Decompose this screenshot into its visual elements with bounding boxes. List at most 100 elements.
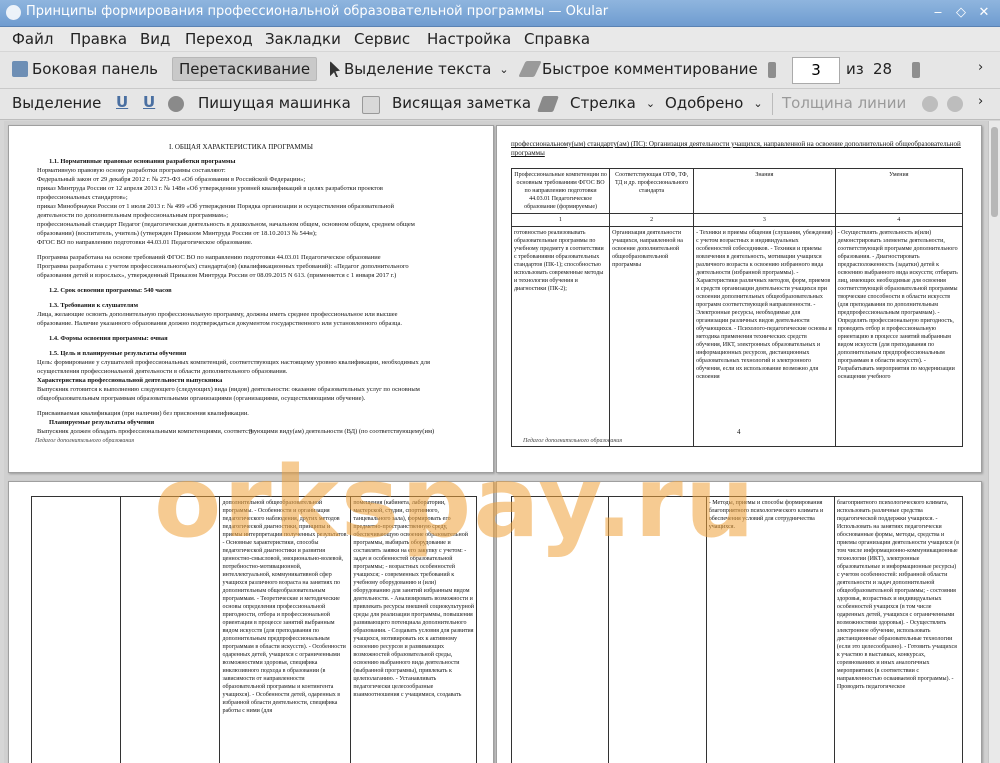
page-text-line: 1.1. Нормативные правовые основания разр… xyxy=(49,158,236,165)
page-of-label: из xyxy=(846,60,864,78)
typewriter-icon xyxy=(168,96,184,112)
page-number-input[interactable]: 3 xyxy=(792,57,840,84)
document-viewport[interactable]: I. ОБЩАЯ ХАРАКТЕРИСТИКА ПРОГРАММЫ 1.1. Н… xyxy=(4,121,988,763)
table-cell: 4 xyxy=(834,213,964,227)
opacity-icon[interactable] xyxy=(947,96,963,112)
page-footer: Педагог дополнительного образования xyxy=(35,438,135,444)
chevron-down-icon[interactable]: ⌄ xyxy=(499,63,508,76)
page-heading: I. ОБЩАЯ ХАРАКТЕРИСТИКА ПРОГРАММЫ xyxy=(169,143,313,151)
table-cell: - Методы, приемы и способы формирования … xyxy=(705,496,835,763)
table-header: Умения xyxy=(834,168,964,214)
page-text-line: профессиональный стандарт Педагог (педаг… xyxy=(37,221,415,228)
page-text-line: 1.5. Цель и планируемые результаты обуче… xyxy=(49,350,187,357)
page-footer: Педагог дополнительного образования xyxy=(523,438,623,444)
page-total-label: 28 xyxy=(873,60,893,78)
window-title: Принципы формирования профессиональной о… xyxy=(26,4,609,19)
table-cell: - Техники и приемы общения (слушания, уб… xyxy=(693,226,836,447)
scrollbar-thumb[interactable] xyxy=(991,127,998,217)
page-text-line: ФГОС ВО по направлению подготовки 44.03.… xyxy=(37,239,253,246)
page-text-line: приказ Минтруда России от 12 апреля 2013… xyxy=(37,185,383,192)
main-toolbar: Боковая панель Перетаскивание Выделение … xyxy=(0,52,1000,89)
page-text-line: приказ Минобрнауки России от 1 июля 2013… xyxy=(37,203,394,210)
annotation-toolbar: Выделение U U Пишущая машинка Висящая за… xyxy=(0,89,1000,120)
menu-file[interactable]: Файл xyxy=(12,30,53,48)
page-text-line: Планируемые результаты обучения xyxy=(49,419,155,426)
page-text-line: Выпускник должен обладать профессиональн… xyxy=(37,428,435,435)
toolbar-separator xyxy=(772,93,773,115)
typewriter-button[interactable]: Пишущая машинка xyxy=(198,94,351,112)
menu-bookmarks[interactable]: Закладки xyxy=(265,30,341,48)
page-text-line: Цель: формирование у слушателей професси… xyxy=(37,359,430,366)
menu-edit[interactable]: Правка xyxy=(70,30,127,48)
table-cell: готовностью реализовывать образовательны… xyxy=(510,226,611,447)
page-text-line: Программа разработана на основе требован… xyxy=(37,254,381,261)
underline-icon[interactable]: U xyxy=(116,93,128,111)
table-cell: помещения (кабинета, лаборатории, мастер… xyxy=(350,496,477,763)
table-cell xyxy=(510,496,610,763)
page-text-line: осуществления профессиональной деятельно… xyxy=(37,368,288,375)
table-cell xyxy=(31,496,121,763)
previous-page-icon[interactable] xyxy=(768,62,776,78)
page-text-line: 1.4. Формы освоения программы: очная xyxy=(49,335,168,342)
browse-mode-button[interactable]: Перетаскивание xyxy=(172,57,318,81)
minimize-icon[interactable]: ‒ xyxy=(930,5,946,21)
close-icon[interactable]: ✕ xyxy=(976,5,992,21)
title-bar: Принципы формирования профессиональной о… xyxy=(0,0,1000,27)
line-width-button[interactable]: Толщина линии xyxy=(782,94,906,112)
table-cell: 1 xyxy=(510,213,611,227)
sidebar-icon xyxy=(12,61,28,77)
squiggle-icon[interactable]: U xyxy=(143,93,155,111)
competency-table: Профессиональные компетенции по основным… xyxy=(510,168,964,447)
highlighter-button[interactable]: Выделение xyxy=(12,94,101,112)
page-3: I. ОБЩАЯ ХАРАКТЕРИСТИКА ПРОГРАММЫ 1.1. Н… xyxy=(8,125,494,473)
page-text-line: общеобразовательным программам образоват… xyxy=(37,395,366,402)
toolbar-overflow-icon[interactable]: › xyxy=(978,94,983,109)
table-header: Знания xyxy=(693,168,836,214)
page-text-line: Нормативную правовую основу разработки п… xyxy=(37,167,226,174)
text-selection-button[interactable]: Выделение текста ⌄ xyxy=(330,60,509,78)
menu-help[interactable]: Справка xyxy=(524,30,590,48)
note-icon xyxy=(362,96,380,114)
quick-annotation-button[interactable]: Быстрое комментирование xyxy=(518,60,758,78)
table-header: Профессиональные компетенции по основным… xyxy=(510,168,611,214)
cursor-icon xyxy=(330,61,340,77)
vertical-scrollbar[interactable] xyxy=(988,121,1000,763)
page-text-line: Характеристика профессиональной деятельн… xyxy=(37,377,223,384)
okular-app-icon xyxy=(6,5,21,20)
page-text-line: образование. Наличие указанного образова… xyxy=(37,320,402,327)
page-text-line: Федеральный закон от 29 декабря 2012 г. … xyxy=(37,176,306,183)
table-cell: 2 xyxy=(609,213,695,227)
next-page-icon[interactable] xyxy=(912,62,920,78)
page-text-line: профессиональных стандартов»; xyxy=(37,194,128,201)
table-cell: благоприятного психологического климата,… xyxy=(833,496,964,763)
menu-settings[interactable]: Настройка xyxy=(427,30,511,48)
page-text-line: 1.2. Срок освоения программы: 540 часов xyxy=(49,287,172,294)
stamp-button[interactable]: Одобрено ⌄ xyxy=(665,94,763,112)
arrow-button[interactable]: Стрелка ⌄ xyxy=(570,94,655,112)
inline-note-button[interactable]: Висящая заметка xyxy=(392,94,531,112)
page-text-line: 1.3. Требования к слушателям xyxy=(49,302,138,309)
menu-bar: Файл Правка Вид Переход Закладки Сервис … xyxy=(0,27,1000,51)
maximize-icon[interactable]: ◇ xyxy=(953,5,969,21)
menu-go[interactable]: Переход xyxy=(185,30,253,48)
page-6: - Методы, приемы и способы формирования … xyxy=(496,481,982,763)
page-text-line: образования детей и взрослых», утвержден… xyxy=(37,272,397,279)
table-cell: - Осуществлять деятельность и(или) демон… xyxy=(834,226,964,447)
page-number: 4 xyxy=(737,428,741,436)
table-cell: Организация деятельности учащихся, напра… xyxy=(609,226,695,447)
page-text-line: Лица, желающие освоить дополнительную пр… xyxy=(37,311,398,318)
menu-tools[interactable]: Сервис xyxy=(354,30,410,48)
table-cell xyxy=(119,496,221,763)
chevron-down-icon[interactable]: ⌄ xyxy=(753,97,762,110)
page-5: дополнительной общеобразовательной прогр… xyxy=(8,481,494,763)
page-text-line: образовании) (воспитатель, учитель) (утв… xyxy=(37,230,317,237)
sidebar-button[interactable]: Боковая панель xyxy=(12,60,158,78)
color-icon[interactable] xyxy=(922,96,938,112)
toolbar-overflow-icon[interactable]: › xyxy=(978,60,983,75)
arrow-tool-icon xyxy=(537,96,559,112)
competency-table-continued: - Методы, приемы и способы формирования … xyxy=(510,496,964,763)
table-header: Соответствующая ОТФ, ТФ, ТД и др. профес… xyxy=(609,168,695,214)
competency-table-continued: дополнительной общеобразовательной прогр… xyxy=(31,496,477,763)
menu-view[interactable]: Вид xyxy=(140,30,170,48)
chevron-down-icon[interactable]: ⌄ xyxy=(646,97,655,110)
